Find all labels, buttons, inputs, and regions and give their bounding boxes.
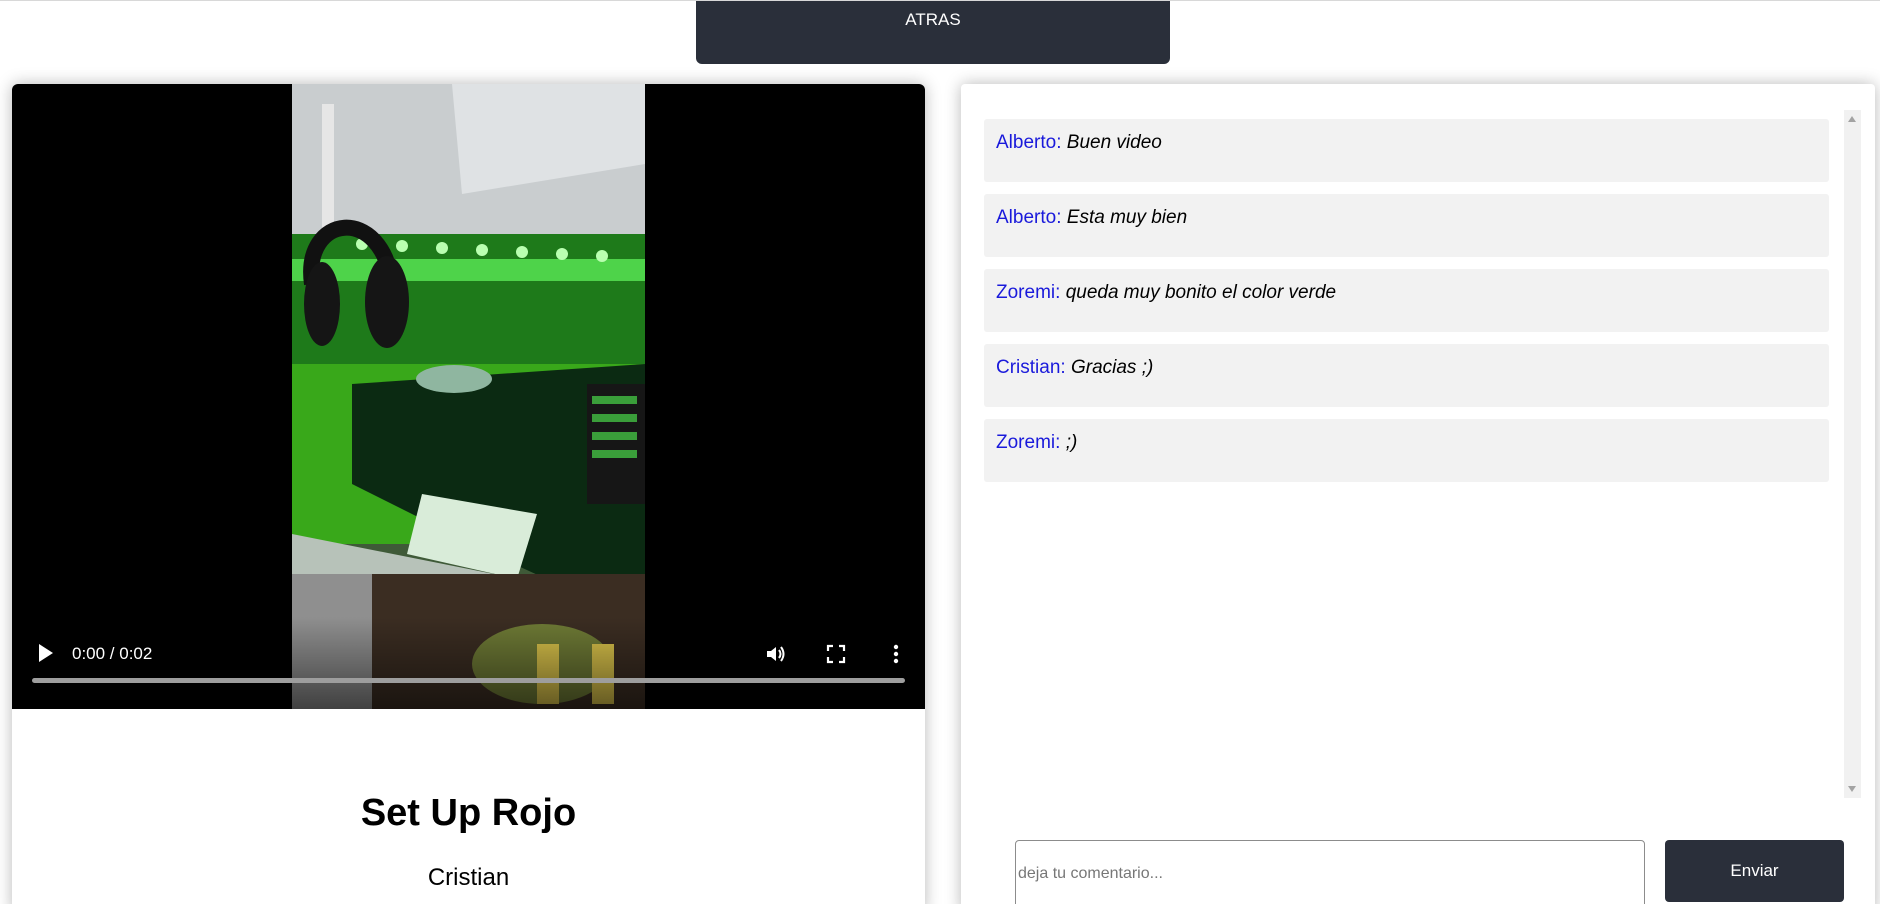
video-player[interactable]: 0:00 / 0:02	[12, 84, 925, 709]
comment-item: Zoremi: ;)	[984, 419, 1829, 482]
comment-separator: :	[1055, 282, 1066, 303]
video-controls: 0:00 / 0:02	[12, 617, 925, 709]
comment-author[interactable]: Alberto	[996, 132, 1056, 153]
play-icon[interactable]	[36, 641, 56, 665]
video-card: 0:00 / 0:02 Set Up Rojo Cristian	[12, 84, 925, 904]
video-time: 0:00 / 0:02	[72, 644, 153, 663]
comment-text: Buen video	[1066, 132, 1162, 153]
comment-item: Alberto: Esta muy bien	[984, 194, 1829, 257]
fullscreen-icon[interactable]	[824, 642, 848, 666]
comment-author[interactable]: Zoremi	[996, 282, 1055, 303]
comment-author[interactable]: Cristian	[996, 357, 1060, 378]
send-button[interactable]: Enviar	[1665, 840, 1844, 902]
comment-text: Gracias ;)	[1070, 357, 1154, 378]
comment-text: Esta muy bien	[1066, 207, 1188, 228]
scroll-down-arrow-icon[interactable]	[1848, 786, 1856, 792]
video-progress-bar[interactable]	[32, 678, 905, 683]
video-title: Set Up Rojo	[360, 792, 577, 834]
comment-item: Alberto: Buen video	[984, 119, 1829, 182]
comment-author[interactable]: Alberto	[996, 207, 1056, 228]
comment-input[interactable]	[1015, 840, 1645, 904]
comment-separator: :	[1056, 132, 1067, 153]
video-frame[interactable]	[292, 84, 645, 709]
video-author: Cristian	[427, 864, 510, 891]
back-button[interactable]: ATRAS	[696, 1, 1170, 64]
comment-separator: :	[1055, 432, 1066, 453]
volume-icon[interactable]	[764, 642, 788, 666]
comment-separator: :	[1056, 207, 1067, 228]
scroll-up-arrow-icon[interactable]	[1848, 116, 1856, 122]
comment-item: Cristian: Gracias ;)	[984, 344, 1829, 407]
comment-text: queda muy bonito el color verde	[1065, 282, 1337, 303]
comment-item: Zoremi: queda muy bonito el color verde	[984, 269, 1829, 332]
comment-text: ;)	[1065, 432, 1078, 453]
comments-panel: Alberto: Buen video Alberto: Esta muy bi…	[961, 84, 1875, 904]
video-still-image	[292, 84, 645, 709]
comments-scrollbar[interactable]	[1844, 110, 1861, 798]
comment-separator: :	[1060, 357, 1071, 378]
comment-author[interactable]: Zoremi	[996, 432, 1055, 453]
comment-list: Alberto: Buen video Alberto: Esta muy bi…	[984, 119, 1829, 494]
more-options-icon[interactable]	[884, 642, 908, 666]
